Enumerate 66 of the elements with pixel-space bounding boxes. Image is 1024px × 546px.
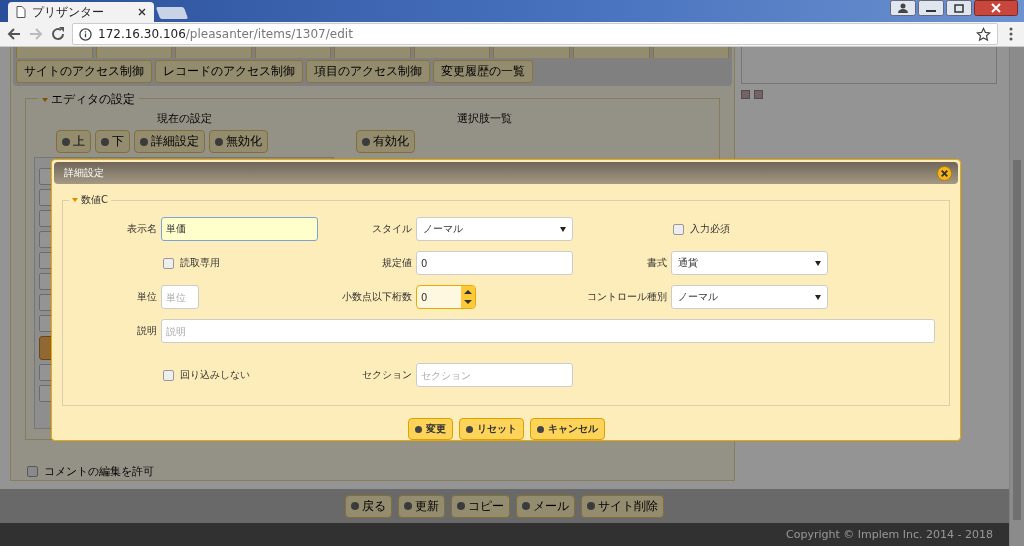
input-field[interactable]: 説明 [161,319,935,343]
close-icon[interactable] [974,0,1018,16]
checkbox[interactable] [673,223,684,235]
dialog-button[interactable]: キャンセル [529,418,605,440]
settings-tab[interactable]: 項目のアクセス制御 [306,60,430,83]
input-field[interactable]: 単位 [161,285,199,309]
menu-icon[interactable] [1008,26,1014,42]
page-icon [16,6,26,18]
dropdown[interactable]: ノーマル [416,217,573,241]
settings-tab[interactable]: 変更履歴の一覧 [433,60,533,83]
field-label: セクション [362,369,412,380]
field-label: 説明 [137,325,157,336]
dialog-button[interactable]: 変更 [407,418,453,440]
browser-tab[interactable]: プリザンター [8,2,154,22]
new-tab-button[interactable] [155,7,189,19]
scrollbar[interactable] [1009,47,1024,546]
restore-icon[interactable] [946,0,972,16]
toolbar-button[interactable]: 詳細設定 [134,130,205,153]
field-label: スタイル [372,223,412,234]
number-spinner[interactable]: 0 [416,285,476,309]
toolbar-button[interactable]: 上 [56,130,91,153]
spin-arrows-icon[interactable] [461,286,475,308]
input-field[interactable]: 単価 [161,217,318,241]
back-icon[interactable] [6,26,22,42]
footer-button[interactable]: コピー [451,494,510,518]
tab-title: プリザンター [32,3,105,21]
checkbox-label: 入力必須 [690,222,730,236]
footer-button[interactable]: 戻る [345,494,392,518]
dialog-title: 詳細設定 [64,166,104,180]
info-icon [79,27,92,41]
close-icon[interactable] [937,165,952,181]
field-label: 単位 [137,291,157,302]
field-label: コントロール種別 [587,291,667,302]
copyright-text: Copyright © Implem Inc. 2014 - 2018 [786,528,993,541]
settings-tab[interactable]: レコードのアクセス制御 [155,60,303,83]
user-icon[interactable] [890,0,916,16]
field-label: 表示名 [127,223,157,234]
input-field[interactable]: 0 [416,251,573,275]
checkbox[interactable] [163,369,174,381]
dialog-button[interactable]: リセット [458,418,524,440]
toolbar-button[interactable]: 無効化 [209,130,268,153]
toolbar-button[interactable]: 下 [95,130,130,153]
settings-tab[interactable]: サイトのアクセス制御 [16,60,152,83]
section-legend: 数値C [69,193,111,207]
dropdown[interactable]: 通貨 [671,251,828,275]
checkbox[interactable] [27,466,38,477]
field-label: 書式 [647,257,667,268]
close-icon[interactable] [138,8,146,16]
section-legend: エディタの設定 [38,91,139,108]
checkbox-label: 読取専用 [180,256,220,270]
checkbox-label: 回り込みしない [180,368,250,382]
footer-button[interactable]: メール [516,494,575,518]
checkbox[interactable] [163,257,174,269]
field-label: 小数点以下桁数 [342,291,412,302]
column-heading: 選択肢一覧 [455,111,513,126]
field-label: 規定値 [382,257,412,268]
reload-icon[interactable] [50,26,66,42]
footer-button[interactable]: サイト削除 [581,494,664,518]
footer-button[interactable]: 更新 [398,494,445,518]
column-heading: 現在の設定 [155,111,213,126]
checkbox-label: コメントの編集を許可 [44,464,154,479]
star-icon[interactable] [976,26,991,42]
dropdown[interactable]: ノーマル [671,285,828,309]
minimize-icon[interactable] [918,0,944,16]
toolbar-button[interactable]: 有効化 [356,130,415,153]
address-field[interactable]: 172.16.30.106/pleasanter/items/1307/edit [72,23,998,45]
